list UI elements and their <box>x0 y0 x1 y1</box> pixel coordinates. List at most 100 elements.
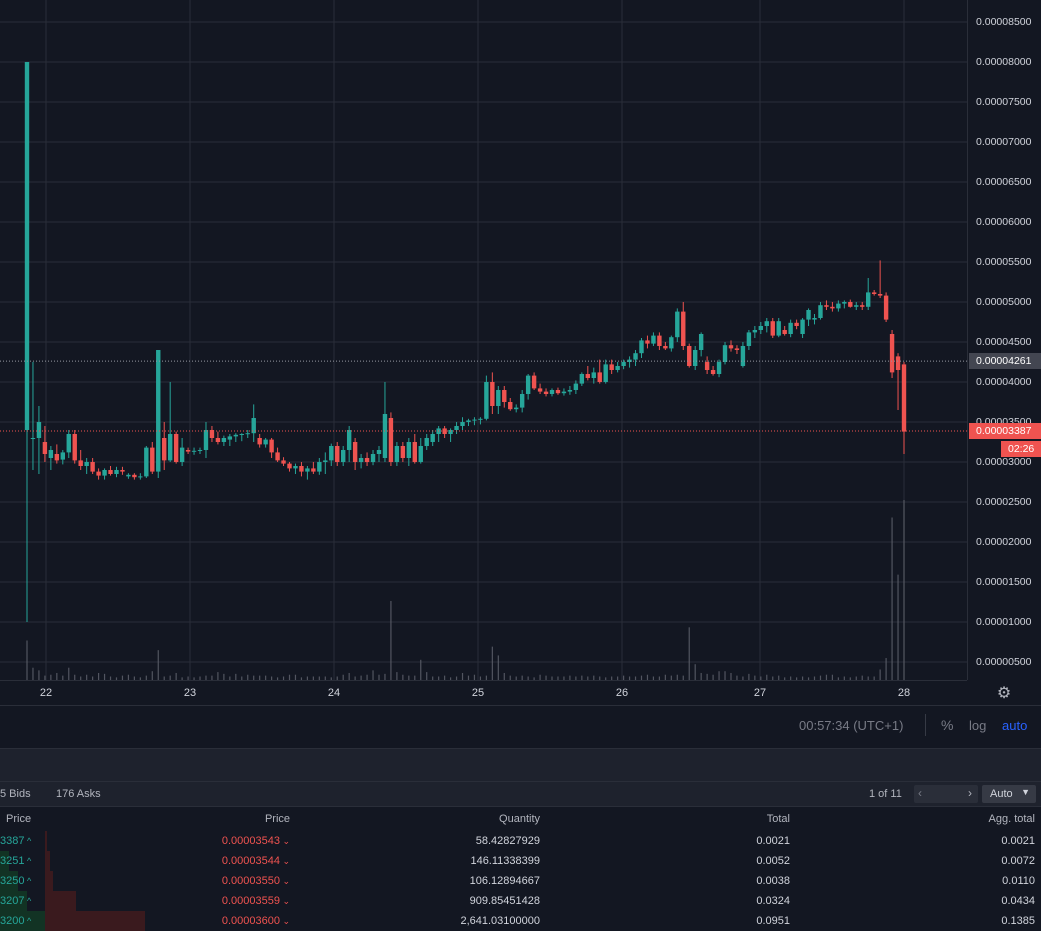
orderbook-row[interactable]: 3200 ^ 0.00003600 ⌄ 2,641.03100000 0.0951 0.… <box>0 911 1041 931</box>
bid-price-cell: 3207 ^ <box>0 895 31 907</box>
candle-body <box>525 375 531 394</box>
candle-body <box>215 438 221 442</box>
ask-price-cell: 0.00003550 ⌄ <box>222 875 290 887</box>
candle-body <box>418 446 423 462</box>
agg-total-cell: 0.1385 <box>1001 915 1035 927</box>
candle-body <box>60 452 65 460</box>
candle-body <box>388 418 394 462</box>
candle-body <box>687 346 692 366</box>
ask-price-cell: 0.00003559 ⌄ <box>222 895 290 907</box>
candle-body <box>126 474 131 477</box>
chevron-left-icon[interactable]: ‹ <box>918 786 922 800</box>
ask-depth-bar <box>45 871 53 891</box>
total-header: Total <box>766 813 790 825</box>
candle-body <box>549 390 555 394</box>
ask-price-cell-value: 0.00003544 <box>221 855 280 867</box>
candle-body <box>90 462 95 472</box>
price-tick-label: 0.00005500 <box>976 256 1032 268</box>
candle-body <box>645 340 650 344</box>
total-cell-value: 0.0038 <box>756 875 790 887</box>
quantity-header: Quantity <box>499 813 540 825</box>
ask-price-cell-value: 0.00003600 <box>221 915 280 927</box>
candle-body <box>770 321 775 336</box>
orderbook-row[interactable]: 3250 ^ 0.00003550 ⌄ 106.12894667 0.0038 0.01… <box>0 871 1041 891</box>
tab-asks[interactable]: 176 Asks <box>56 788 101 800</box>
candle-body <box>692 350 698 366</box>
candle-body <box>144 447 149 477</box>
chevron-down-icon: ⌄ <box>279 856 290 866</box>
candle-body <box>519 394 525 408</box>
candle-body <box>722 345 728 362</box>
time-axis[interactable]: 22 23 24 25 26 27 28 <box>0 680 967 705</box>
orderbook-toolbar: 5 Bids 176 Asks 1 of 11 ‹ › Auto ▼ <box>0 781 1041 806</box>
candle-body <box>842 302 847 304</box>
candle-body <box>698 334 704 350</box>
candle-body <box>233 434 239 437</box>
orderbook-table: Price Price Quantity Total Agg. total 33… <box>0 806 1041 931</box>
chevron-up-icon: ^ <box>24 916 32 926</box>
candle-body <box>597 372 602 382</box>
candle-body <box>508 402 513 410</box>
chart-canvas[interactable] <box>0 0 967 680</box>
price-tick-label: 0.00001000 <box>976 616 1032 628</box>
total-cell: 0.0324 <box>756 895 790 907</box>
candle-body <box>466 420 471 422</box>
chevron-up-icon: ^ <box>24 876 32 886</box>
candle-body <box>746 332 752 346</box>
chevron-down-icon: ⌄ <box>279 876 290 886</box>
candle-body <box>72 434 77 461</box>
candle-body <box>848 302 853 307</box>
reference-price-label: 0.00004261 <box>969 353 1041 370</box>
agg-total-cell: 0.0434 <box>1001 895 1035 907</box>
chevron-up-icon: ^ <box>24 896 32 906</box>
candle-body <box>591 372 596 378</box>
candle-body <box>669 337 674 349</box>
candle-body <box>305 468 310 472</box>
grouping-select[interactable]: Auto ▼ <box>982 785 1036 803</box>
log-scale-button[interactable]: log <box>969 718 986 733</box>
candle-body <box>156 350 161 472</box>
orderbook-row[interactable]: 3207 ^ 0.00003559 ⌄ 909.85451428 0.0324 0.04… <box>0 891 1041 911</box>
candle-body <box>567 390 573 392</box>
price-tick-label: 0.00002000 <box>976 536 1032 548</box>
auto-scale-button[interactable]: auto <box>1002 718 1027 733</box>
time-tick-label: 27 <box>753 687 767 699</box>
candle-body <box>877 294 883 296</box>
candle-body <box>472 419 477 421</box>
candle-body <box>734 348 740 350</box>
agg-total-cell-value: 0.1385 <box>1001 915 1035 927</box>
quantity-cell: 909.85451428 <box>470 895 540 907</box>
candle-body <box>454 426 459 430</box>
grouping-select-value: Auto <box>990 788 1013 800</box>
time-tick-label: 25 <box>471 687 485 699</box>
candle-body <box>78 460 83 466</box>
price-tick-label: 0.00008000 <box>976 56 1032 68</box>
agg-total-cell-value: 0.0110 <box>1002 875 1035 887</box>
orderbook-row[interactable]: 3251 ^ 0.00003544 ⌄ 146.11338399 0.0052 0.00… <box>0 851 1041 871</box>
tab-bids[interactable]: 5 Bids <box>0 788 31 800</box>
candle-body <box>502 390 507 402</box>
orderbook-row[interactable]: 3387 ^ 0.00003543 ⌄ 58.42827929 0.0021 0.002… <box>0 831 1041 851</box>
candle-body <box>657 335 662 346</box>
candle-body <box>836 303 841 309</box>
candle-body <box>603 364 608 382</box>
candle-body <box>716 362 722 374</box>
candle-body <box>245 433 250 435</box>
candle-body <box>812 318 817 320</box>
candle-body <box>639 340 644 354</box>
candle-body <box>740 346 746 366</box>
candle-body <box>352 442 358 462</box>
candle-body <box>579 374 585 384</box>
price-tick-label: 0.00007000 <box>976 136 1032 148</box>
gear-icon[interactable]: ⚙ <box>995 683 1013 702</box>
candle-body <box>221 438 227 442</box>
time-tick-label: 22 <box>39 687 53 699</box>
candle-body <box>818 305 823 318</box>
percent-scale-button[interactable]: % <box>941 717 953 733</box>
chevron-right-icon[interactable]: › <box>968 786 972 800</box>
candle-body <box>239 434 244 435</box>
candlestick-chart[interactable] <box>0 0 967 680</box>
candle-body <box>317 462 322 472</box>
price-axis[interactable]: 0.00000500 0.00001000 0.00001500 0.00002000… <box>967 0 1041 680</box>
candle-body <box>764 321 769 326</box>
